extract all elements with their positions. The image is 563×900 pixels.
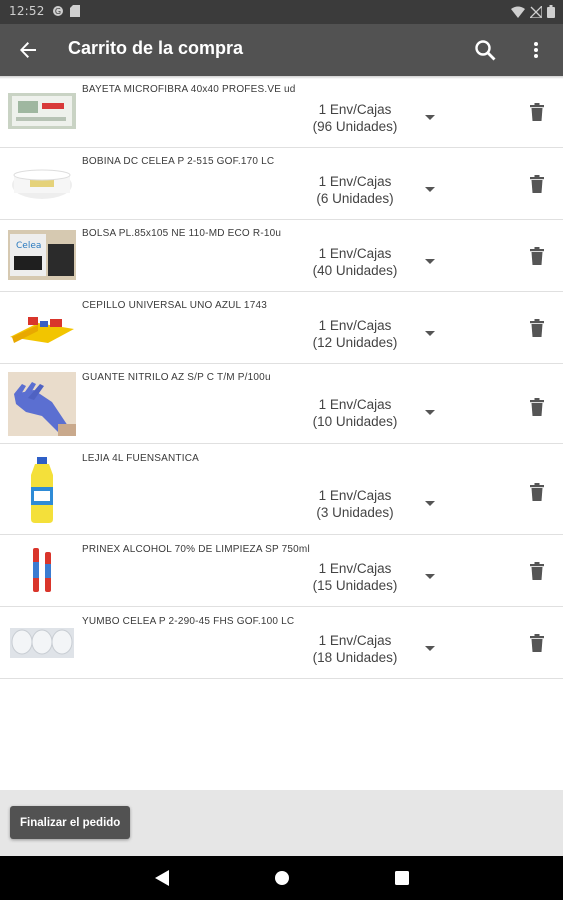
delete-icon[interactable]: [525, 395, 549, 419]
quantity-packages: 1 Env/Cajas: [318, 561, 392, 576]
delete-icon[interactable]: [525, 244, 549, 268]
product-image: [8, 545, 76, 595]
app-bar-shadow: [0, 76, 563, 79]
delete-icon[interactable]: [525, 316, 549, 340]
footer-panel: Finalizar el pedido: [0, 790, 563, 856]
quantity-display: 1 Env/Cajas (96 Unidades): [300, 101, 410, 135]
dropdown-arrow-icon[interactable]: [424, 112, 436, 124]
finish-order-button[interactable]: Finalizar el pedido: [10, 806, 131, 839]
product-image: Celea: [8, 230, 76, 280]
quantity-packages: 1 Env/Cajas: [318, 488, 392, 503]
quantity-units: (96 Unidades): [312, 119, 398, 134]
quantity-packages: 1 Env/Cajas: [318, 633, 392, 648]
sd-card-icon: [70, 5, 80, 20]
product-name: BAYETA MICROFIBRA 40x40 PROFES.VE ud: [82, 84, 296, 95]
cart-item-row[interactable]: BAYETA MICROFIBRA 40x40 PROFES.VE ud 1 E…: [0, 76, 563, 148]
product-name: YUMBO CELEA P 2-290-45 FHS GOF.100 LC: [82, 616, 295, 627]
status-time: 12:52: [9, 4, 45, 18]
quantity-display: 1 Env/Cajas (6 Unidades): [300, 173, 410, 207]
product-name: PRINEX ALCOHOL 70% DE LIMPIEZA SP 750ml: [82, 544, 310, 555]
dropdown-arrow-icon[interactable]: [424, 184, 436, 196]
quantity-display: 1 Env/Cajas (15 Unidades): [300, 560, 410, 594]
quantity-display: 1 Env/Cajas (12 Unidades): [300, 317, 410, 351]
cart-item-row[interactable]: YUMBO CELEA P 2-290-45 FHS GOF.100 LC 1 …: [0, 607, 563, 679]
back-triangle-icon[interactable]: [152, 868, 172, 888]
delete-icon[interactable]: [525, 480, 549, 504]
cart-list: BAYETA MICROFIBRA 40x40 PROFES.VE ud 1 E…: [0, 76, 563, 679]
product-image: [8, 617, 76, 667]
product-image: [8, 86, 76, 136]
quantity-packages: 1 Env/Cajas: [318, 102, 392, 117]
quantity-units: (15 Unidades): [312, 578, 398, 593]
product-image: [8, 302, 76, 352]
sync-icon: G: [52, 5, 64, 20]
arrow-back-icon[interactable]: [14, 36, 42, 64]
dropdown-arrow-icon[interactable]: [424, 643, 436, 655]
delete-icon[interactable]: [525, 559, 549, 583]
app-bar: Carrito de la compra: [0, 24, 563, 76]
wifi-icon: [511, 6, 525, 21]
cart-item-row[interactable]: BOBINA DC CELEA P 2-515 GOF.170 LC 1 Env…: [0, 148, 563, 220]
cart-item-row[interactable]: Celea BOLSA PL.85x105 NE 110-MD ECO R-10…: [0, 220, 563, 292]
quantity-packages: 1 Env/Cajas: [318, 246, 392, 261]
quantity-display: 1 Env/Cajas (18 Unidades): [300, 632, 410, 666]
product-image: [8, 456, 76, 524]
cart-item-row[interactable]: LEJIA 4L FUENSANTICA 1 Env/Cajas (3 Unid…: [0, 444, 563, 535]
product-name: BOLSA PL.85x105 NE 110-MD ECO R-10u: [82, 228, 282, 239]
quantity-packages: 1 Env/Cajas: [318, 174, 392, 189]
dropdown-arrow-icon[interactable]: [424, 498, 436, 510]
svg-text:Celea: Celea: [16, 241, 41, 251]
quantity-units: (40 Unidades): [312, 263, 398, 278]
dropdown-arrow-icon[interactable]: [424, 256, 436, 268]
quantity-units: (18 Unidades): [312, 650, 398, 665]
dropdown-arrow-icon[interactable]: [424, 571, 436, 583]
status-bar: 12:52 G: [0, 0, 563, 24]
search-icon[interactable]: [471, 36, 499, 64]
cart-item-row[interactable]: GUANTE NITRILO AZ S/P C T/M P/100u 1 Env…: [0, 364, 563, 444]
system-nav-bar: [0, 856, 563, 900]
signal-off-icon: [528, 3, 543, 21]
delete-icon[interactable]: [525, 631, 549, 655]
product-name: CEPILLO UNIVERSAL UNO AZUL 1743: [82, 300, 267, 311]
dropdown-arrow-icon[interactable]: [424, 407, 436, 419]
page-title: Carrito de la compra: [68, 38, 244, 58]
cart-item-row[interactable]: PRINEX ALCOHOL 70% DE LIMPIEZA SP 750ml …: [0, 535, 563, 607]
dropdown-arrow-icon[interactable]: [424, 328, 436, 340]
quantity-display: 1 Env/Cajas (40 Unidades): [300, 245, 410, 279]
product-name: LEJIA 4L FUENSANTICA: [82, 453, 199, 464]
product-image: [8, 372, 76, 436]
home-circle-icon[interactable]: [272, 868, 292, 888]
cart-item-row[interactable]: CEPILLO UNIVERSAL UNO AZUL 1743 1 Env/Ca…: [0, 292, 563, 364]
product-image: [8, 158, 76, 208]
product-name: BOBINA DC CELEA P 2-515 GOF.170 LC: [82, 156, 275, 167]
product-name: GUANTE NITRILO AZ S/P C T/M P/100u: [82, 372, 271, 383]
more-vert-icon[interactable]: [524, 36, 548, 64]
delete-icon[interactable]: [525, 100, 549, 124]
quantity-units: (12 Unidades): [312, 335, 398, 350]
recents-square-icon[interactable]: [392, 868, 412, 888]
quantity-display: 1 Env/Cajas (10 Unidades): [300, 396, 410, 430]
quantity-units: (3 Unidades): [316, 505, 394, 520]
quantity-display: 1 Env/Cajas (3 Unidades): [300, 487, 410, 521]
svg-text:G: G: [55, 7, 61, 16]
battery-icon: [547, 5, 555, 21]
quantity-units: (6 Unidades): [316, 191, 394, 206]
quantity-packages: 1 Env/Cajas: [318, 397, 392, 412]
delete-icon[interactable]: [525, 172, 549, 196]
quantity-packages: 1 Env/Cajas: [318, 318, 392, 333]
quantity-units: (10 Unidades): [312, 414, 398, 429]
